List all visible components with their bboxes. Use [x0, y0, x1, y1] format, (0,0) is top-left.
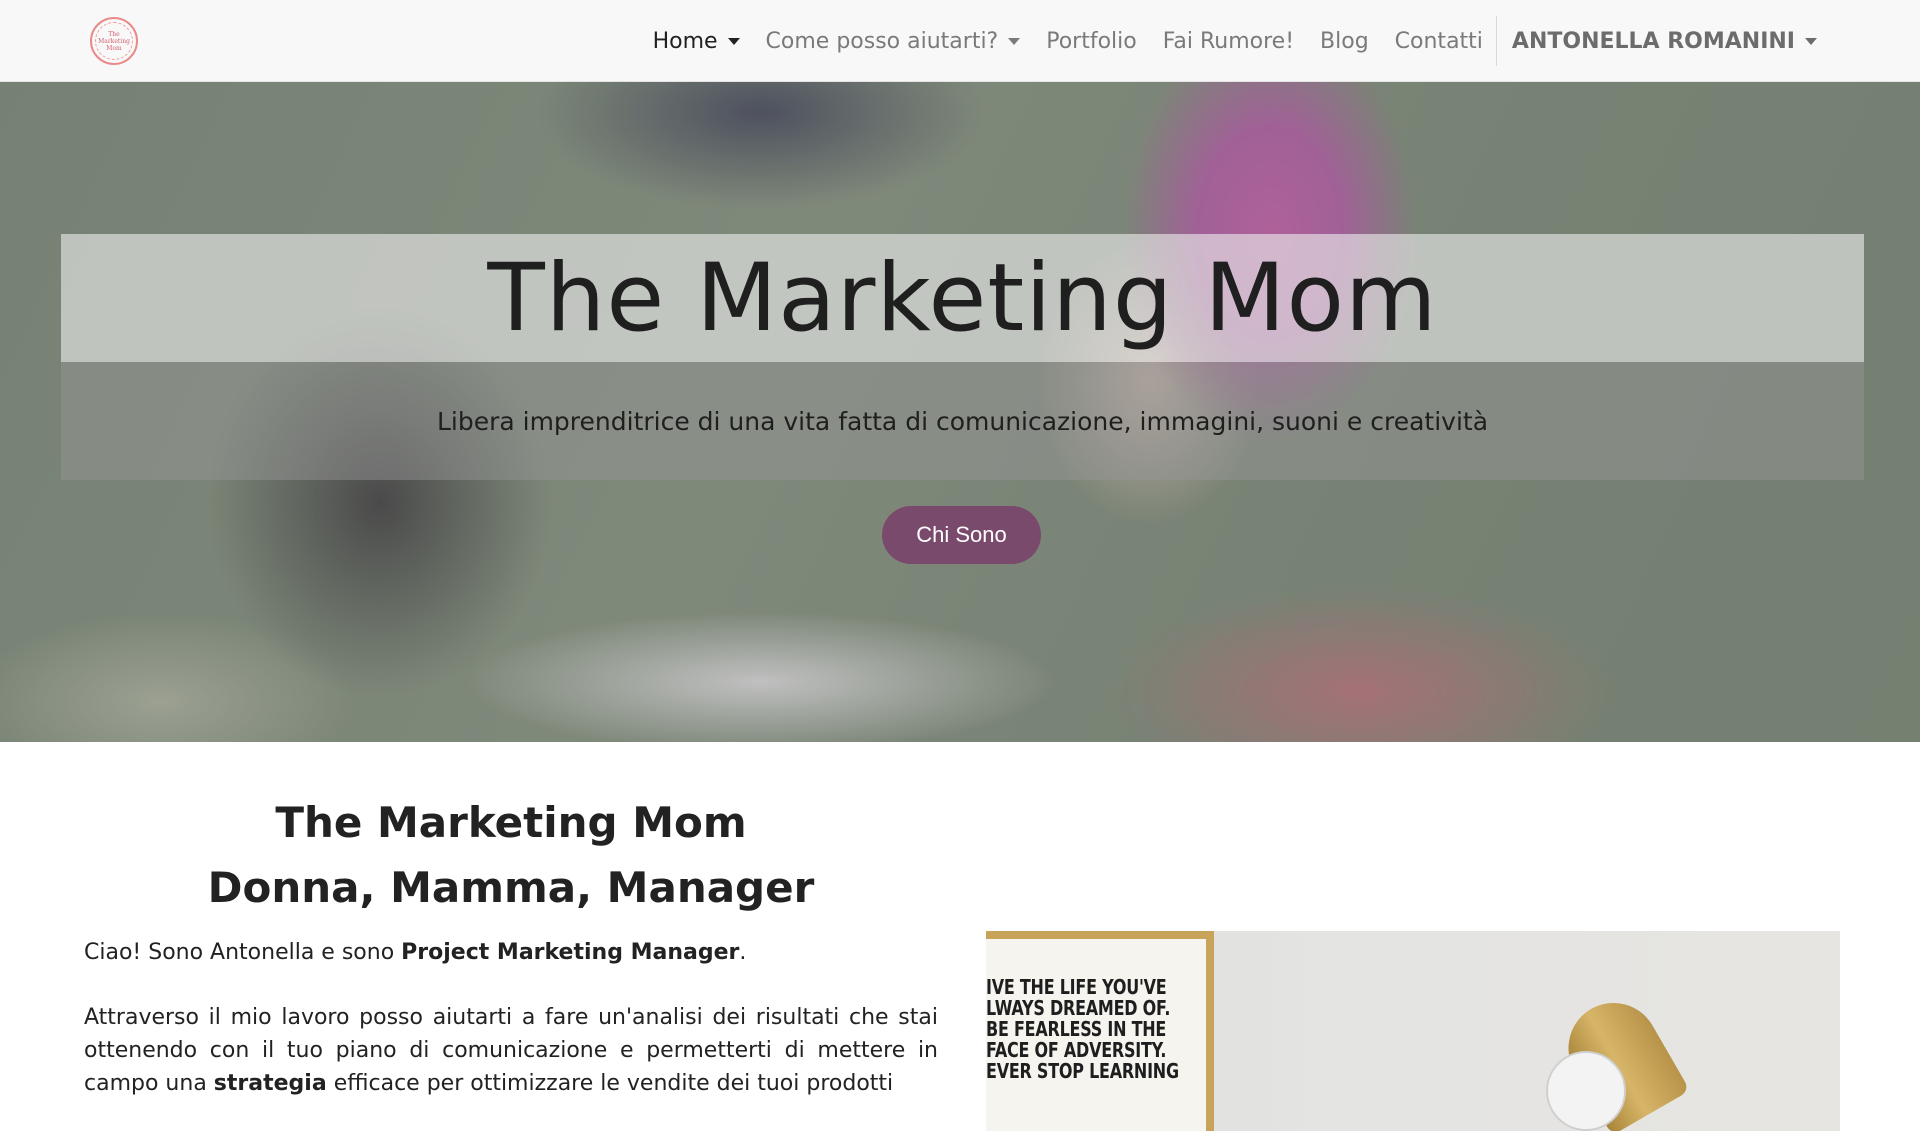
poster-line: LWAYS DREAMED OF. [986, 996, 1171, 1020]
strategy-highlight: strategia [213, 1071, 327, 1096]
about-title: The Marketing Mom [275, 798, 747, 847]
nav-item-fai-rumore[interactable]: Fai Rumore! [1150, 29, 1307, 54]
nav-item-contatti[interactable]: Contatti [1382, 29, 1496, 54]
role-highlight: Project Marketing Manager [401, 940, 740, 965]
text: . [739, 940, 747, 965]
poster-line: BE FEARLESS IN THE [986, 1017, 1167, 1041]
nav-item-portfolio[interactable]: Portfolio [1033, 29, 1150, 54]
nav-item-home[interactable]: Home [640, 29, 753, 54]
caret-down-icon [1805, 37, 1817, 45]
nav-item-come-posso-aiutarti[interactable]: Come posso aiutarti? [753, 29, 1034, 54]
caret-down-icon [1008, 37, 1021, 45]
nav-item-label: Come posso aiutarti? [765, 28, 999, 54]
hero-subtitle: Libera imprenditrice di una vita fatta d… [436, 406, 1489, 436]
logo-text: The Marketing Mom [98, 30, 130, 52]
hero-title-box: The Marketing Mom [61, 234, 1864, 362]
about-subtitle: Donna, Mamma, Manager [207, 863, 815, 912]
chi-sono-button[interactable]: Chi Sono [882, 506, 1041, 564]
nav-user-menu[interactable]: ANTONELLA ROMANINI [1499, 29, 1830, 54]
logo-ring: The Marketing Mom [95, 22, 133, 60]
hero-title: The Marketing Mom [487, 243, 1438, 353]
poster-line: EVER STOP LEARNING [986, 1059, 1179, 1083]
nav-menu: Home Come posso aiutarti? Portfolio Fai … [640, 0, 1830, 82]
nav-item-label: Home [652, 28, 718, 54]
hero-section: The Marketing Mom Libera imprenditrice d… [0, 82, 1920, 742]
nav-item-blog[interactable]: Blog [1307, 29, 1382, 54]
poster-line: IVE THE LIFE YOU'VE [986, 975, 1167, 999]
text: Ciao! Sono Antonella e sono [84, 940, 402, 965]
logo[interactable]: The Marketing Mom [90, 17, 138, 65]
text: efficace per ottimizzare le vendite dei … [333, 1071, 894, 1096]
poster-line: FACE OF ADVERSITY. [986, 1038, 1167, 1062]
about-paragraph-1: Ciao! Sono Antonella e sono Project Mark… [84, 936, 938, 969]
navbar: The Marketing Mom Home Come posso aiutar… [0, 0, 1920, 82]
hero-subtitle-box: Libera imprenditrice di una vita fatta d… [61, 362, 1864, 480]
poster-frame: IVE THE LIFE YOU'VE LWAYS DREAMED OF. BE… [986, 931, 1214, 1131]
lamp-bulb-shape [1546, 1051, 1626, 1131]
poster-text: IVE THE LIFE YOU'VE LWAYS DREAMED OF. BE… [986, 977, 1179, 1082]
about-image: IVE THE LIFE YOU'VE LWAYS DREAMED OF. BE… [986, 931, 1840, 1131]
about-heading: The Marketing Mom Donna, Mamma, Manager [84, 790, 938, 920]
nav-divider [1495, 16, 1497, 66]
nav-user-label: ANTONELLA ROMANINI [1511, 28, 1795, 54]
caret-down-icon [727, 37, 740, 45]
about-paragraph-2: Attraverso il mio lavoro posso aiutarti … [84, 1001, 938, 1100]
